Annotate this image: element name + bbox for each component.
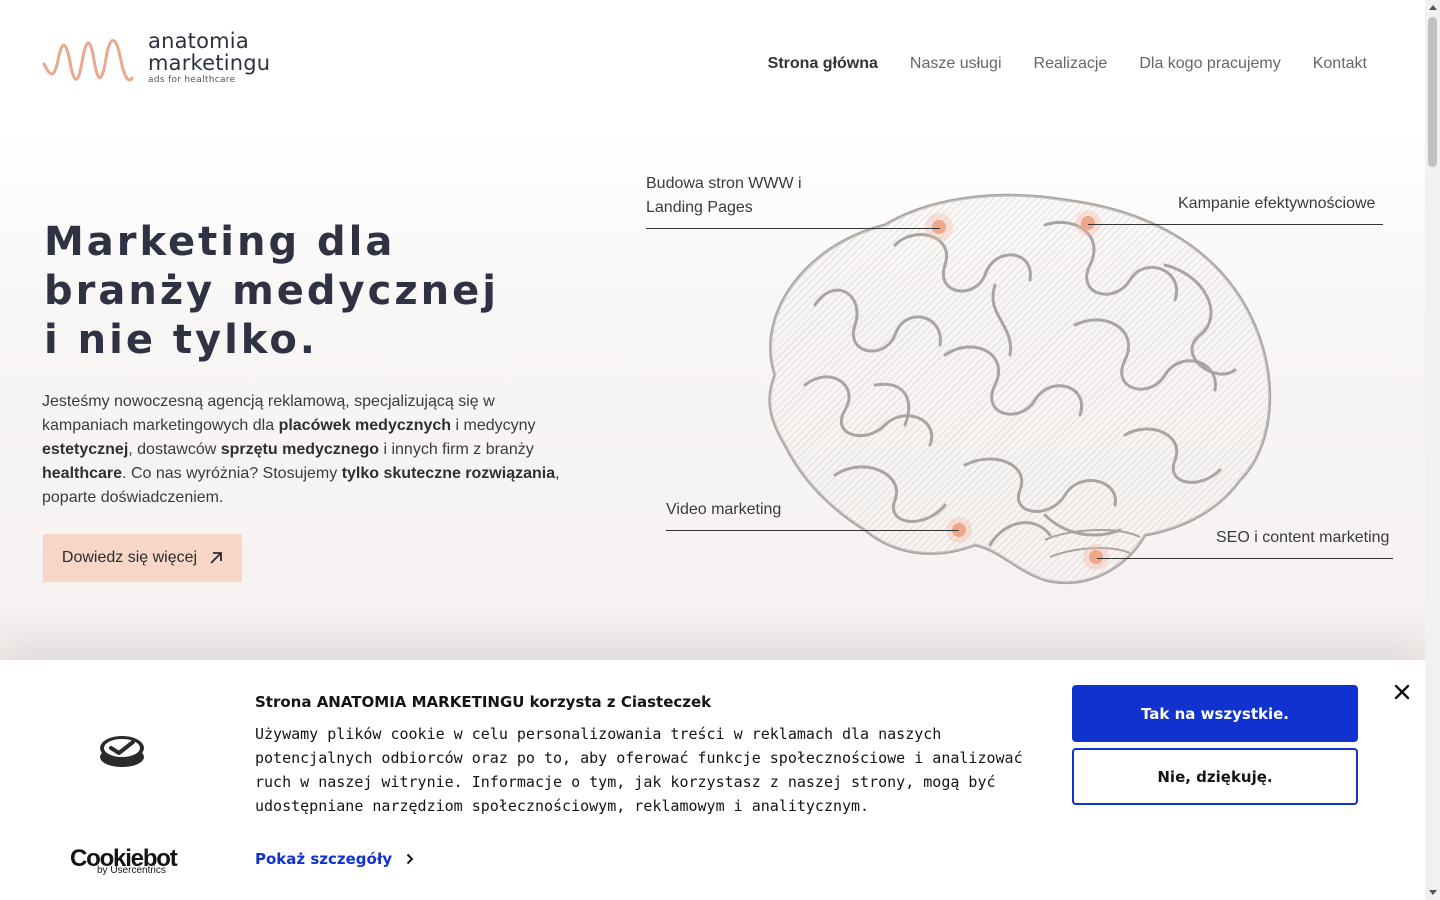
- label-video-marketing[interactable]: Video marketing: [666, 498, 781, 522]
- accept-all-button[interactable]: Tak na wszystkie.: [1072, 685, 1358, 742]
- logo-line1: anatomia: [148, 29, 249, 53]
- hotspot-www[interactable]: [925, 213, 953, 241]
- hero-title: Marketing dla branży medycznej i nie tyl…: [44, 218, 604, 365]
- logo[interactable]: anatomia marketingu ads for healthcare: [42, 30, 292, 92]
- logo-line2: marketingu: [148, 51, 271, 75]
- nav-item-portfolio[interactable]: Realizacje: [1034, 53, 1108, 75]
- close-icon[interactable]: [1392, 682, 1412, 702]
- label-campaigns[interactable]: Kampanie efektywnościowe: [1178, 192, 1375, 216]
- leader-line-video: [666, 530, 959, 531]
- cookie-body: Używamy plików cookie w celu personalizo…: [255, 725, 1023, 815]
- label-web-line2: Landing Pages: [646, 199, 753, 216]
- show-details-link[interactable]: Pokaż szczegóły: [255, 850, 414, 868]
- hero-description: Jesteśmy nowoczesną agencją reklamową, s…: [42, 390, 582, 510]
- hero-text-bold: healthcare: [42, 465, 123, 482]
- logo-wave-icon: [42, 39, 134, 82]
- hero-text-bold: estetycznej: [42, 441, 129, 458]
- nav-item-services[interactable]: Nasze usługi: [910, 53, 1002, 75]
- cookie-title: Strona ANATOMIA MARKETINGU korzysta z Ci…: [255, 693, 712, 711]
- cookiebot-sub: by Usercentrics: [97, 865, 166, 876]
- hotspot-campaigns[interactable]: [1075, 210, 1101, 236]
- hero-text-bold: sprzętu medycznego: [220, 441, 380, 458]
- cookie-check-icon: [100, 736, 144, 767]
- scroll-up-arrow-icon[interactable]: [1429, 5, 1437, 10]
- hero-title-line2: branży medycznej: [44, 268, 499, 314]
- decline-button[interactable]: Nie, dziękuję.: [1072, 748, 1358, 805]
- label-web-line1: Budowa stron WWW i: [646, 175, 802, 192]
- scrollbar[interactable]: [1425, 0, 1440, 900]
- hero-text-part: i innych firm z branży: [379, 441, 534, 458]
- nav-item-clients[interactable]: Dla kogo pracujemy: [1139, 53, 1280, 75]
- scrollbar-thumb[interactable]: [1428, 17, 1437, 167]
- hero-title-line3: i nie tylko.: [44, 317, 318, 363]
- chevron-right-icon: [406, 853, 414, 865]
- nav-item-contact[interactable]: Kontakt: [1313, 53, 1367, 75]
- learn-more-label: Dowiedz się więcej: [61, 549, 198, 566]
- nav-item-home[interactable]: Strona główna: [768, 53, 878, 75]
- show-details-label: Pokaż szczegóły: [255, 850, 393, 868]
- scroll-down-arrow-icon[interactable]: [1429, 890, 1437, 895]
- hero-text-part: . Co nas wyróżnia? Stosujemy: [122, 465, 342, 482]
- brain-illustration: [768, 193, 1272, 585]
- cookie-banner: Cookiebot by Usercentrics Strona ANATOMI…: [0, 660, 1425, 900]
- leader-line-seo: [1097, 558, 1393, 559]
- leader-line-campaigns: [1088, 224, 1383, 225]
- label-seo[interactable]: SEO i content marketing: [1216, 526, 1389, 550]
- arrow-up-right-icon: [210, 552, 222, 564]
- brain-shape: [768, 193, 1272, 585]
- hotspot-seo[interactable]: [1083, 544, 1109, 570]
- hero-text-part: , dostawców: [128, 441, 221, 458]
- hero-text-bold: tylko skuteczne rozwiązania: [341, 465, 556, 482]
- learn-more-button[interactable]: Dowiedz się więcej: [43, 534, 242, 582]
- hero-text-part: i medycyny: [451, 417, 536, 434]
- hero-text-bold: placówek medycznych: [278, 417, 452, 434]
- hero-title-line1: Marketing dla: [44, 219, 396, 265]
- logo-text: anatomia marketingu: [148, 30, 270, 74]
- label-web-development[interactable]: Budowa stron WWW i Landing Pages: [646, 172, 802, 220]
- logo-tagline: ads for healthcare: [148, 75, 236, 85]
- leader-line-web: [646, 228, 940, 229]
- main-nav: Strona główna Nasze usługi Realizacje Dl…: [768, 53, 1367, 75]
